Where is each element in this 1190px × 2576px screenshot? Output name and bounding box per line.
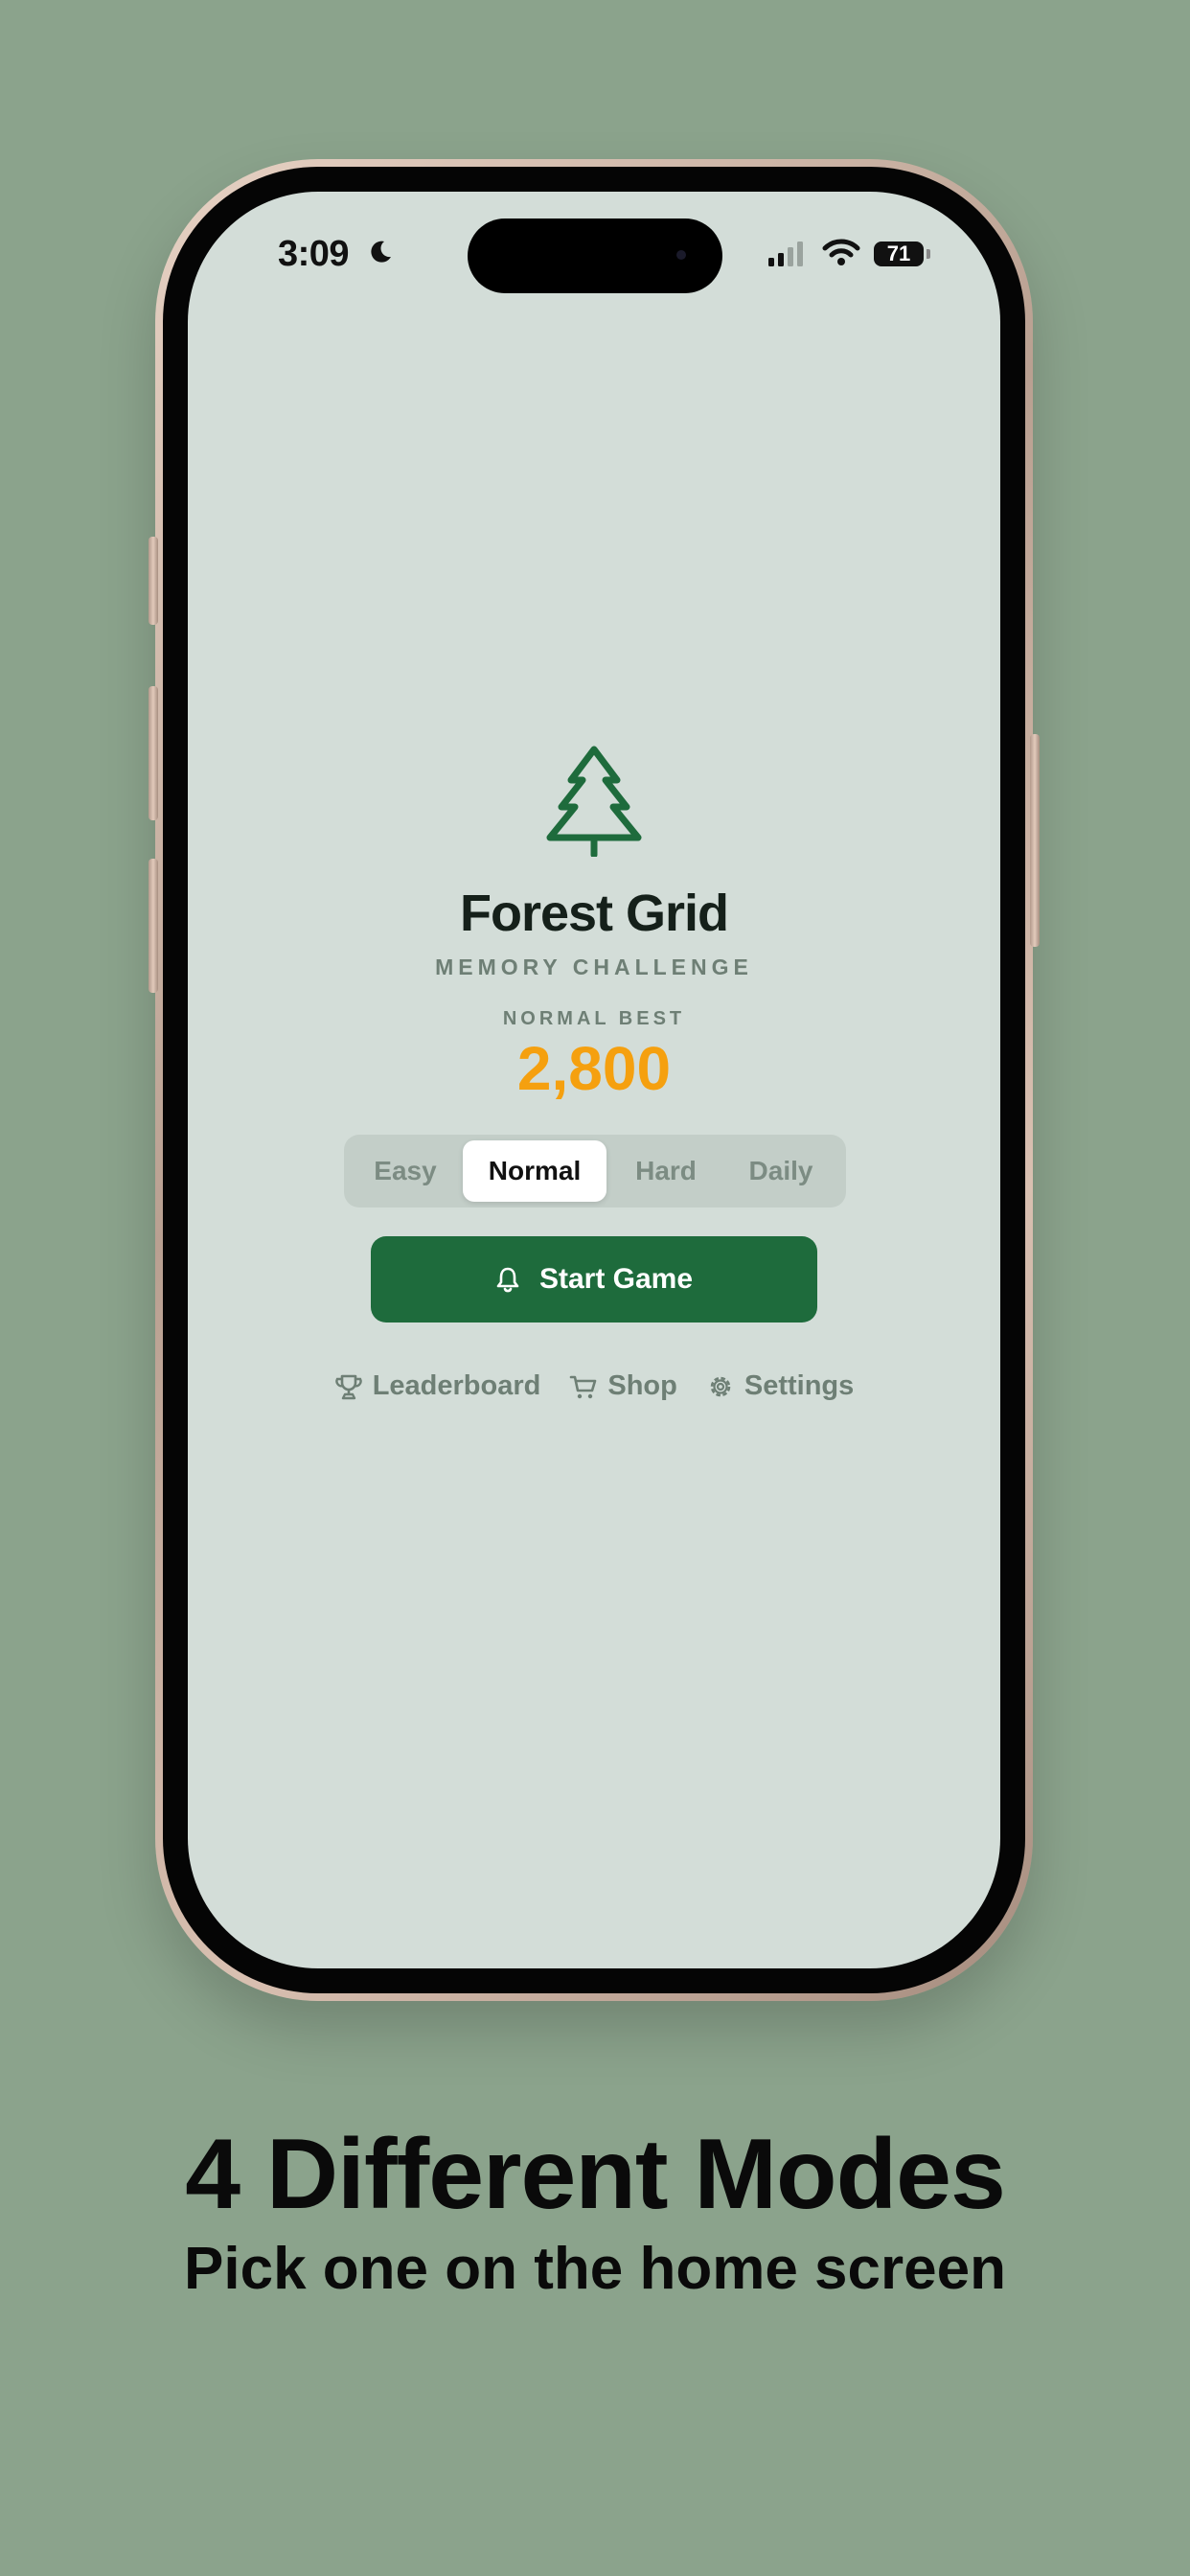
mode-option-normal[interactable]: Normal xyxy=(463,1140,606,1202)
marketing-screenshot: 3:09 71 Forest Grid MEMORY CHALLENGE NOR… xyxy=(0,0,1190,2576)
tree-icon xyxy=(546,746,642,857)
leaderboard-label: Leaderboard xyxy=(372,1370,541,1401)
moon-icon xyxy=(371,241,391,263)
shop-label: Shop xyxy=(607,1370,677,1401)
status-time: 3:09 xyxy=(278,234,350,274)
mode-option-daily[interactable]: Daily xyxy=(723,1140,838,1202)
caption-title: 4 Different Modes xyxy=(185,2119,1006,2230)
shop-link[interactable]: Shop xyxy=(569,1370,677,1402)
gear-icon xyxy=(710,1376,731,1396)
cart-icon xyxy=(570,1375,597,1398)
power-button xyxy=(1030,734,1040,947)
mode-selector: Easy Normal Hard Daily xyxy=(344,1135,846,1208)
volume-up-button xyxy=(149,686,158,820)
dynamic-island xyxy=(468,218,722,293)
wifi-icon xyxy=(822,239,860,265)
action-button xyxy=(149,537,158,625)
best-score-value: 2,800 xyxy=(516,1034,672,1103)
caption-subtitle: Pick one on the home screen xyxy=(184,2236,1006,2302)
volume-down-button xyxy=(149,859,158,993)
trophy-icon xyxy=(335,1374,362,1399)
mode-option-easy[interactable]: Easy xyxy=(352,1140,459,1202)
start-game-label: Start Game xyxy=(538,1263,694,1295)
best-score-label: NORMAL BEST xyxy=(502,1008,686,1029)
bell-icon xyxy=(496,1267,519,1293)
app-subtitle: MEMORY CHALLENGE xyxy=(435,954,753,979)
mode-option-hard[interactable]: Hard xyxy=(616,1140,716,1202)
phone-screen: 3:09 71 Forest Grid MEMORY CHALLENGE NOR… xyxy=(188,192,1000,1968)
battery-icon: 71 xyxy=(874,242,924,266)
secondary-links: Leaderboard Shop Settings xyxy=(188,1370,1000,1402)
signal-icon xyxy=(768,242,803,266)
leaderboard-link[interactable]: Leaderboard xyxy=(334,1370,541,1402)
battery-cap xyxy=(927,249,930,259)
settings-label: Settings xyxy=(744,1370,855,1401)
settings-link[interactable]: Settings xyxy=(706,1370,854,1402)
start-game-button[interactable]: Start Game xyxy=(371,1236,817,1322)
front-camera xyxy=(676,250,686,260)
app-title: Forest Grid xyxy=(459,885,729,942)
